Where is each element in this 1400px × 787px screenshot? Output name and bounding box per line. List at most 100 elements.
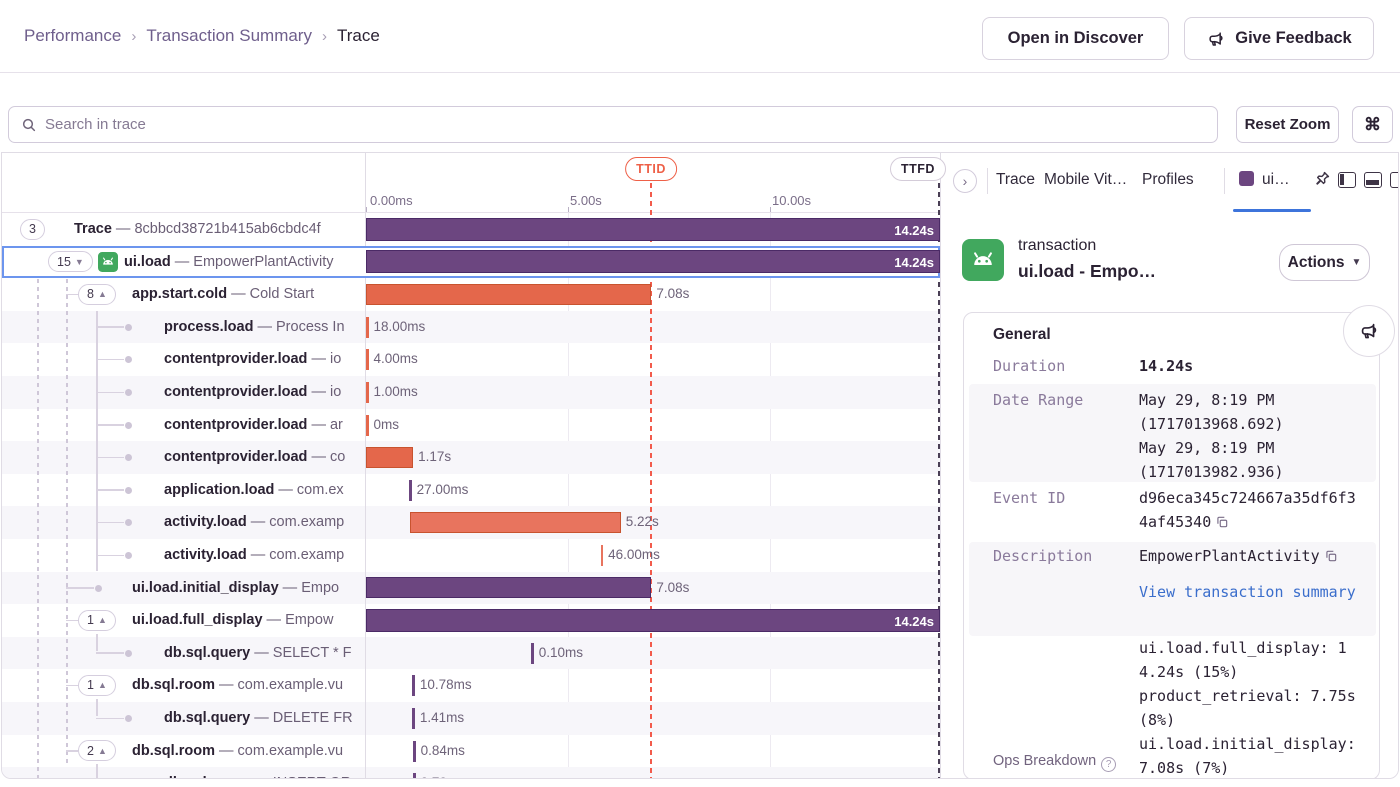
span-label: ui.load.full_display — Empow — [132, 604, 333, 637]
row-timeline-cell: 46.00ms — [365, 539, 940, 572]
trace-row-db.sql.query[interactable]: db.sql.query — INSERT OR0.70ms — [2, 767, 940, 779]
span-label: db.sql.query — SELECT * F — [164, 637, 351, 670]
span-count-badge[interactable]: 2▲ — [78, 740, 116, 761]
trace-row-contentprovider.load[interactable]: contentprovider.load — io1.00ms — [2, 376, 940, 409]
breadcrumb-transaction-summary[interactable]: Transaction Summary — [146, 26, 312, 46]
span-op: contentprovider.load — [164, 449, 307, 465]
reset-zoom-button[interactable]: Reset Zoom — [1236, 106, 1339, 143]
span-duration-bar[interactable] — [366, 415, 369, 436]
span-duration-bar[interactable] — [410, 512, 620, 533]
span-duration-bar[interactable] — [366, 382, 369, 403]
trace-row-process.load[interactable]: process.load — Process In18.00ms — [2, 311, 940, 344]
span-duration-bar[interactable] — [366, 447, 413, 468]
tree-guide-line — [37, 247, 39, 779]
shortcuts-button[interactable]: ⌘ — [1352, 106, 1393, 143]
span-duration-bar[interactable] — [412, 708, 415, 729]
actions-button[interactable]: Actions ▼ — [1279, 244, 1370, 281]
span-duration-bar[interactable] — [413, 773, 416, 779]
span-duration-bar[interactable] — [366, 577, 651, 598]
row-timeline-cell: 14.24s — [365, 213, 940, 246]
trace-row-ui.load[interactable]: 15▼ui.load — EmpowerPlantActivity14.24s — [2, 246, 940, 279]
trace-row-db.sql.room[interactable]: 2▲db.sql.room — com.example.vu0.84ms — [2, 735, 940, 768]
chevron-up-icon: ▲ — [98, 746, 107, 756]
tree-connector — [96, 652, 124, 654]
ttfd-badge[interactable]: TTFD — [890, 157, 946, 181]
span-duration-bar[interactable] — [366, 349, 369, 370]
feedback-float-button[interactable] — [1343, 305, 1395, 357]
dock-bottom-icon[interactable] — [1364, 172, 1382, 188]
trace-row-Trace[interactable]: 3Trace — 8cbbcd38721b415ab6cbdc4f14.24s — [2, 213, 940, 246]
span-count-badge[interactable]: 1▲ — [78, 675, 116, 696]
trace-row-db.sql.query[interactable]: db.sql.query — DELETE FR1.41ms — [2, 702, 940, 735]
pin-tab-icon[interactable] — [1313, 169, 1332, 193]
tab-mobile-vit-[interactable]: Mobile Vit… — [1044, 171, 1127, 189]
tab-active-span[interactable]: ui… — [1239, 171, 1290, 189]
android-icon — [98, 252, 118, 277]
trace-row-db.sql.room[interactable]: 1▲db.sql.room — com.example.vu10.78ms — [2, 669, 940, 702]
collapse-panel-icon[interactable]: › — [953, 169, 977, 193]
span-label: contentprovider.load — co — [164, 441, 345, 474]
chevron-up-icon: ▲ — [98, 615, 107, 625]
page-header: Performance › Transaction Summary › Trac… — [0, 0, 1400, 73]
copy-icon[interactable] — [1324, 546, 1338, 570]
span-duration-bar[interactable]: 14.24s — [366, 609, 940, 632]
span-label: app.start.cold — Cold Start — [132, 278, 314, 311]
search-in-trace-box — [8, 106, 1218, 143]
search-input[interactable] — [45, 116, 1217, 133]
span-duration-bar[interactable]: 14.24s — [366, 218, 940, 241]
duration-key: Duration — [993, 357, 1133, 375]
tree-connector — [96, 457, 124, 459]
help-icon[interactable]: ? — [1101, 757, 1116, 772]
description-key: Description — [993, 547, 1133, 565]
trace-row-db.sql.query[interactable]: db.sql.query — SELECT * F0.10ms — [2, 637, 940, 670]
value-line: ui.load.initial_display: 7.08s (7%) — [1139, 732, 1357, 779]
breadcrumb-trace: Trace — [337, 26, 380, 46]
breadcrumb-performance[interactable]: Performance — [24, 26, 121, 46]
span-duration-bar[interactable] — [412, 675, 415, 696]
trace-row-ui.load.full_display[interactable]: 1▲ ui.load.full_display — Empow 14.24s — [2, 604, 940, 637]
row-timeline-cell: 10.78ms — [365, 669, 940, 702]
span-duration-label: 46.00ms — [608, 539, 660, 572]
span-op: db.sql.query — [164, 710, 250, 726]
trace-row-activity.load[interactable]: activity.load — com.examp 46.00ms — [2, 539, 940, 572]
span-count-badge[interactable]: 1▲ — [78, 610, 116, 631]
trace-row-contentprovider.load[interactable]: contentprovider.load — co1.17s — [2, 441, 940, 474]
tree-connector — [96, 718, 124, 720]
trace-row-activity.load[interactable]: activity.load — com.examp5.22s — [2, 506, 940, 539]
span-duration-bar[interactable] — [366, 284, 651, 305]
trace-row-app.start.cold[interactable]: 8▲ app.start.cold — Cold Start 7.08s — [2, 278, 940, 311]
dock-right-icon[interactable] — [1390, 172, 1399, 188]
span-duration-label: 7.08s — [656, 278, 689, 311]
span-duration-bar[interactable] — [413, 741, 416, 762]
trace-row-contentprovider.load[interactable]: contentprovider.load — io4.00ms — [2, 343, 940, 376]
span-count: 15 — [57, 255, 71, 269]
span-duration-bar[interactable] — [601, 545, 604, 566]
span-count-badge[interactable]: 3 — [20, 219, 45, 240]
span-duration-bar[interactable] — [409, 480, 412, 501]
trace-row-application.load[interactable]: application.load — com.ex27.00ms — [2, 474, 940, 507]
span-duration-label: 0ms — [374, 409, 400, 442]
span-count-badge[interactable]: 8▲ — [78, 284, 116, 305]
span-duration-bar[interactable] — [366, 317, 369, 338]
span-op: Trace — [74, 221, 112, 237]
tab-profiles[interactable]: Profiles — [1142, 171, 1194, 189]
view-transaction-summary-link[interactable]: View transaction summary — [1139, 583, 1356, 601]
copy-icon[interactable] — [1215, 512, 1229, 536]
tab-trace[interactable]: Trace — [996, 171, 1035, 189]
span-description: — SELECT * F — [250, 645, 351, 661]
trace-waterfall: 0.00ms 5.00s 10.00s TTID TTFD 3Trace — 8… — [1, 152, 1399, 779]
tree-guide-line — [96, 699, 98, 716]
transaction-type-label: transaction — [1018, 237, 1096, 255]
ttid-badge[interactable]: TTID — [625, 157, 677, 181]
dock-left-icon[interactable] — [1338, 172, 1356, 188]
open-in-discover-button[interactable]: Open in Discover — [982, 17, 1169, 60]
span-duration-bar[interactable]: 14.24s — [366, 250, 940, 273]
span-duration-bar[interactable] — [531, 643, 534, 664]
give-feedback-button[interactable]: Give Feedback — [1184, 17, 1374, 60]
row-tree-cell: activity.load — com.examp — [2, 539, 365, 572]
span-description: — io — [307, 384, 341, 400]
trace-row-ui.load.initial_display[interactable]: ui.load.initial_display — Empo7.08s — [2, 572, 940, 605]
trace-row-contentprovider.load[interactable]: contentprovider.load — ar0ms — [2, 409, 940, 442]
span-count-badge[interactable]: 15▼ — [48, 251, 93, 272]
span-label: db.sql.query — INSERT OR — [164, 767, 351, 779]
